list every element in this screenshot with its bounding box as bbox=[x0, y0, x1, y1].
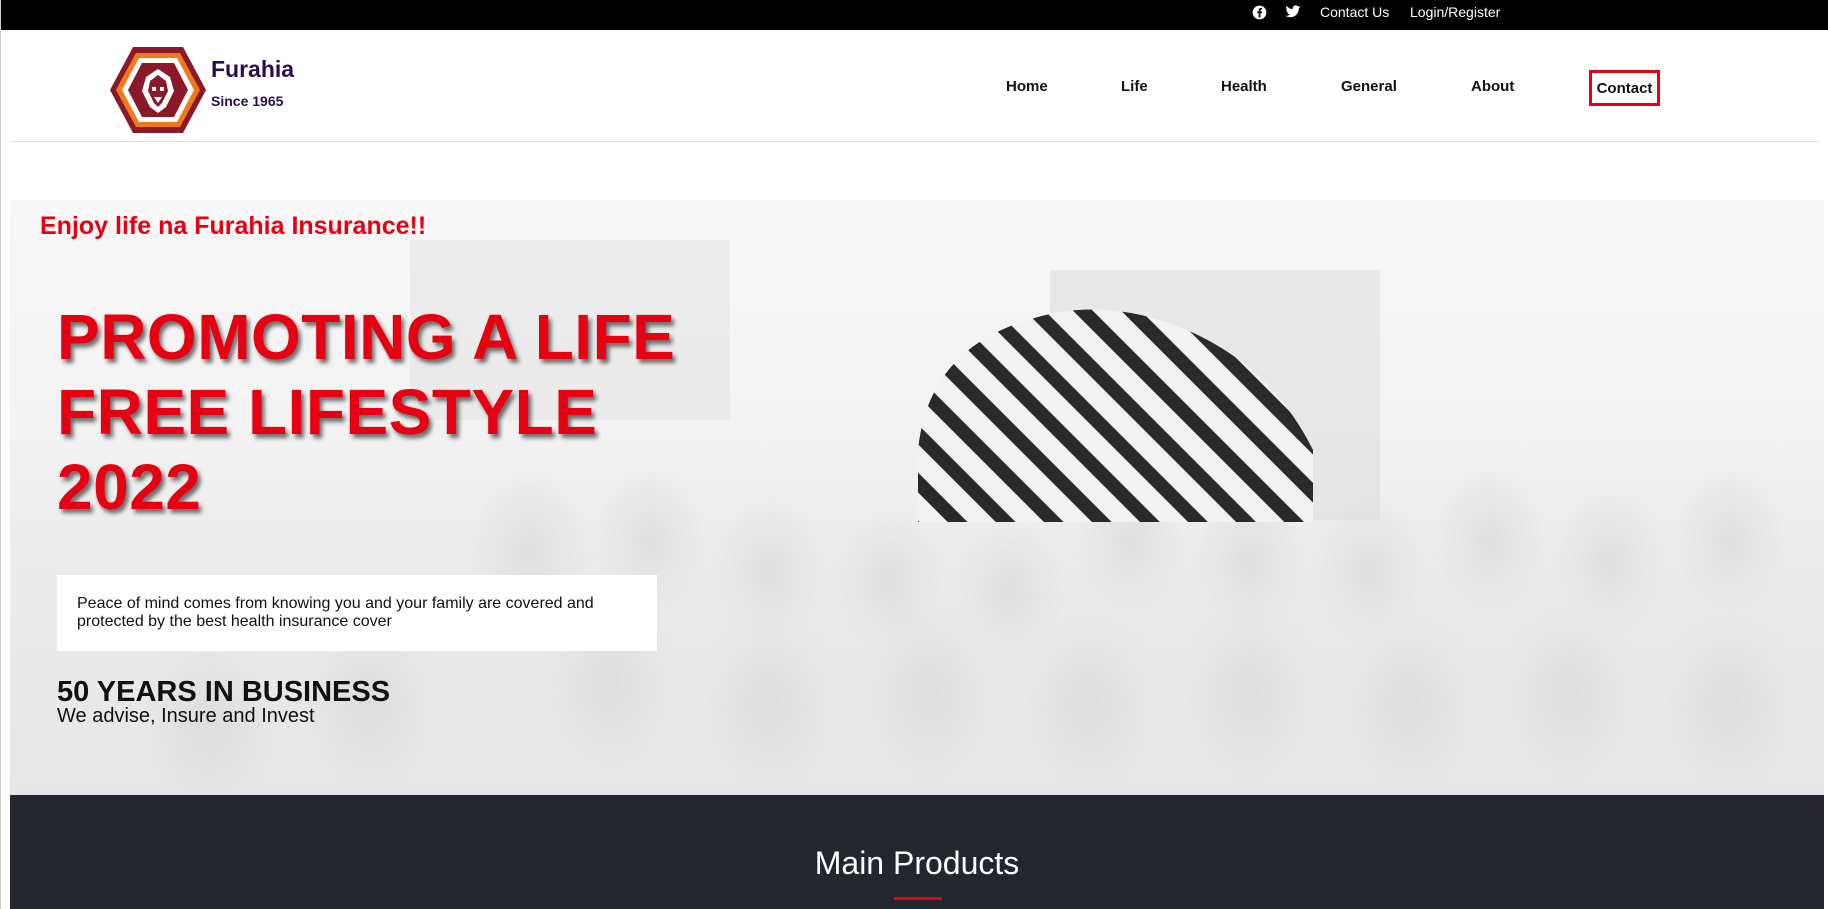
login-register-link[interactable]: Login/Register bbox=[1410, 3, 1500, 21]
header-divider bbox=[10, 141, 1820, 142]
years-subtitle: We advise, Insure and Invest bbox=[57, 705, 315, 727]
hero-title-line: FREE LIFESTYLE bbox=[57, 376, 598, 448]
nav-about[interactable]: About bbox=[1471, 78, 1514, 95]
hero-title-line: 2022 bbox=[57, 451, 202, 523]
nav-general[interactable]: General bbox=[1341, 78, 1397, 95]
main-products-section: Main Products bbox=[10, 795, 1824, 909]
site-header bbox=[1, 30, 1828, 142]
nav-home[interactable]: Home bbox=[1006, 78, 1048, 95]
hero-title-line: PROMOTING A LIFE bbox=[57, 301, 676, 373]
nav-life[interactable]: Life bbox=[1121, 78, 1148, 95]
title-underline bbox=[894, 897, 942, 900]
twitter-icon[interactable] bbox=[1284, 3, 1302, 21]
hero-intro-box: Peace of mind comes from knowing you and… bbox=[57, 575, 657, 651]
page: Contact Us Login/Register Furahia Since … bbox=[0, 0, 1828, 909]
nav-health[interactable]: Health bbox=[1221, 78, 1267, 95]
hero-title: PROMOTING A LIFE FREE LIFESTYLE 2022 bbox=[57, 300, 717, 525]
main-products-title: Main Products bbox=[814, 845, 1020, 881]
brand-since: Since 1965 bbox=[211, 93, 284, 109]
facebook-icon[interactable] bbox=[1250, 3, 1268, 21]
nav-contact[interactable]: Contact bbox=[1589, 70, 1660, 106]
striped-image-placeholder-icon bbox=[918, 300, 1313, 522]
hero-tagline: Enjoy life na Furahia Insurance!! bbox=[40, 212, 427, 240]
hero-intro-text: Peace of mind comes from knowing you and… bbox=[77, 595, 594, 630]
contact-us-link[interactable]: Contact Us bbox=[1320, 3, 1389, 21]
top-bar: Contact Us Login/Register bbox=[1, 0, 1828, 30]
brand-name[interactable]: Furahia bbox=[211, 56, 294, 83]
lion-logo-icon[interactable] bbox=[108, 45, 208, 135]
hero-section: Enjoy life na Furahia Insurance!! PROMOT… bbox=[10, 200, 1824, 795]
